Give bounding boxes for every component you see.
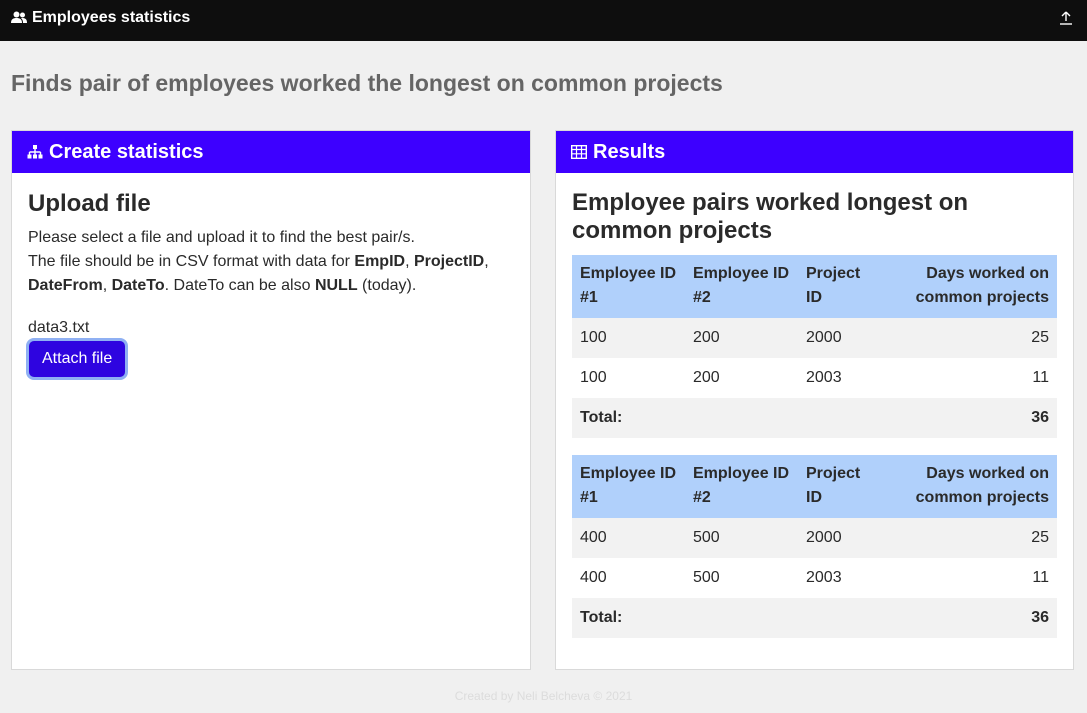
upload-icon (1060, 11, 1072, 25)
description-line-1: Please select a file and upload it to fi… (28, 229, 415, 246)
brand[interactable]: Employees statistics (11, 9, 190, 27)
field-datefrom: DateFrom (28, 277, 103, 294)
field-empid: EmpID (354, 253, 406, 270)
users-icon (11, 11, 27, 23)
table-row: 100 200 2000 25 (572, 318, 1057, 358)
results-heading: Employee pairs worked longest on common … (572, 189, 969, 244)
sitemap-icon (27, 145, 43, 159)
col-days-worked: Days worked on common projects (915, 465, 1049, 506)
table-total-row: Total: 36 (572, 598, 1057, 638)
results-title: Results (593, 140, 666, 163)
null-keyword: NULL (314, 277, 358, 294)
description-line-2: The file should be in CSV format with da… (28, 253, 489, 270)
create-statistics-title: Create statistics (49, 140, 204, 163)
field-projectid: ProjectID (413, 253, 485, 270)
table-row: 400 500 2000 25 (572, 518, 1057, 558)
table-total-row: Total: 36 (572, 398, 1057, 438)
col-employee-2: Employee ID #2 (693, 465, 790, 506)
results-table-1: Employee ID #1 Employee ID #2 Project ID Da… (572, 255, 1057, 438)
col-employee-1: Employee ID #1 (580, 265, 677, 306)
col-days-worked: Days worked on common projects (915, 265, 1049, 306)
upload-button[interactable] (1058, 10, 1074, 26)
page-title: Finds pair of employees worked the longe… (11, 70, 723, 96)
col-project-id: Project ID (806, 465, 861, 506)
table-row: 400 500 2003 11 (572, 558, 1057, 598)
results-header: Results (556, 131, 1073, 173)
col-employee-2: Employee ID #2 (693, 265, 790, 306)
results-table-2: Employee ID #1 Employee ID #2 Project ID Da… (572, 455, 1057, 638)
brand-label: Employees statistics (32, 9, 191, 26)
table-row: 100 200 2003 11 (572, 358, 1057, 398)
col-project-id: Project ID (806, 265, 861, 306)
col-employee-1: Employee ID #1 (580, 465, 677, 506)
results-card: Results Employee pairs worked longest on… (555, 130, 1074, 670)
selected-filename: data3.txt (28, 319, 90, 336)
create-statistics-card: Create statistics Upload file Please sel… (11, 130, 531, 670)
description-line-3: DateFrom, DateTo. DateTo can be also NUL… (28, 277, 417, 294)
navbar: Employees statistics (0, 0, 1087, 41)
field-dateto: DateTo (111, 277, 165, 294)
table-header-row: Employee ID #1 Employee ID #2 Project ID Da… (572, 455, 1057, 518)
upload-description: Please select a file and upload it to fi… (28, 226, 514, 298)
upload-heading: Upload file (28, 190, 151, 217)
table-header-row: Employee ID #1 Employee ID #2 Project ID Da… (572, 255, 1057, 318)
attach-file-button[interactable]: Attach file (29, 341, 126, 377)
footer: Created by Neli Belcheva © 2021 (454, 689, 633, 703)
table-icon (571, 145, 587, 159)
create-statistics-header: Create statistics (12, 131, 530, 173)
